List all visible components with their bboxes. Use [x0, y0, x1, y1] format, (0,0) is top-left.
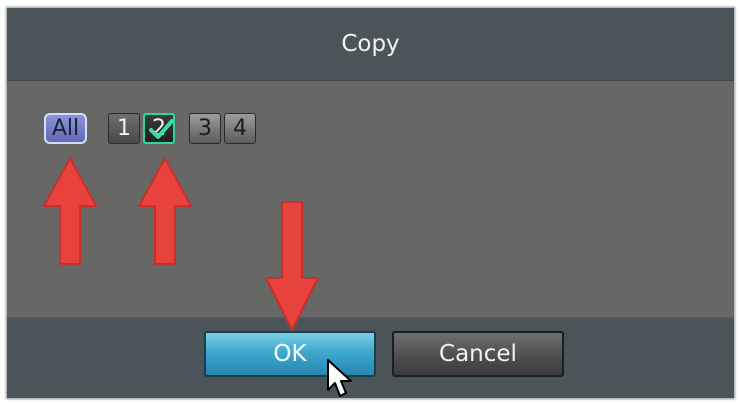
channel-2-checkbox[interactable]: 2	[143, 113, 175, 144]
channel-1-checkbox[interactable]: 1	[108, 113, 140, 144]
dialog-title-bar: Copy	[7, 8, 734, 81]
check-icon	[149, 119, 174, 139]
channel-all-button[interactable]: All	[44, 113, 87, 144]
channel-3-checkbox[interactable]: 3	[189, 113, 221, 144]
channel-all-label: All	[51, 116, 80, 141]
red-arrow-icon	[265, 201, 319, 331]
channel-4-checkbox[interactable]: 4	[224, 113, 256, 144]
dialog-title: Copy	[341, 31, 400, 57]
red-arrow-icon	[43, 157, 97, 265]
channel-3-label: 3	[198, 116, 212, 141]
cancel-label: Cancel	[439, 341, 517, 367]
cancel-button[interactable]: Cancel	[392, 331, 564, 377]
ok-label: OK	[273, 341, 307, 367]
channel-4-label: 4	[233, 116, 247, 141]
red-arrow-icon	[138, 157, 192, 265]
mouse-cursor-icon	[327, 359, 352, 397]
channel-1-label: 1	[117, 116, 131, 141]
